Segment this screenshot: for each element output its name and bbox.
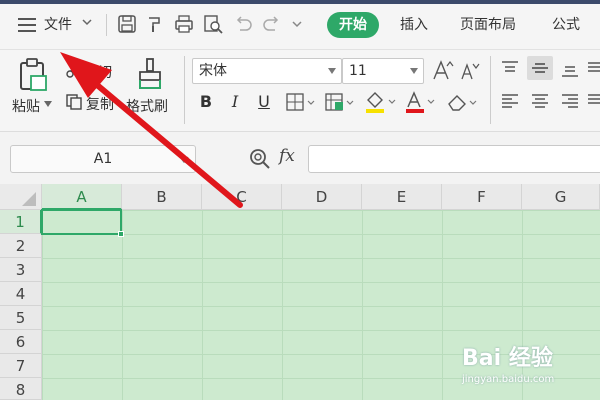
column-header-d[interactable]: D (282, 184, 362, 210)
tab-insert[interactable]: 插入 (400, 12, 428, 38)
align-middle-icon (532, 63, 548, 73)
print-icon[interactable] (174, 14, 194, 34)
tab-formulas[interactable]: 公式 (552, 12, 580, 38)
column-header-b[interactable]: B (122, 184, 202, 210)
align-left-icon[interactable] (500, 92, 520, 110)
row-header-2[interactable]: 2 (0, 234, 42, 258)
chevron-down-icon (410, 68, 418, 74)
select-all-corner[interactable] (0, 184, 42, 210)
font-color-icon[interactable] (404, 90, 438, 114)
chevron-down-icon (328, 68, 336, 74)
corner-triangle-icon (22, 192, 36, 206)
paste-icon[interactable] (18, 58, 48, 92)
cut-button[interactable]: 剪切 (84, 62, 112, 82)
copy-icon[interactable] (66, 94, 82, 110)
row-header-8[interactable]: 8 (0, 378, 42, 400)
chevron-down-icon[interactable] (44, 101, 52, 107)
font-name-select[interactable]: 宋体 (192, 58, 342, 84)
borders-icon[interactable] (286, 92, 316, 112)
column-header-g[interactable]: G (522, 184, 600, 210)
chevron-down-icon[interactable] (179, 156, 189, 164)
redo-icon[interactable] (262, 14, 282, 34)
row-header-4[interactable]: 4 (0, 282, 42, 306)
column-header-c[interactable]: C (202, 184, 282, 210)
scissors-icon[interactable] (66, 62, 82, 78)
row-header-6[interactable]: 6 (0, 330, 42, 354)
align-middle-button[interactable] (527, 56, 553, 80)
eraser-icon[interactable] (446, 92, 480, 112)
fill-handle[interactable] (118, 231, 124, 237)
column-header-e[interactable]: E (362, 184, 442, 210)
baidu-jingyan-watermark: Bai 经验 jingyan.baidu.com (462, 340, 592, 390)
file-menu-button[interactable]: 文件 (44, 12, 72, 38)
chevron-down-icon[interactable] (82, 17, 92, 27)
paint-brush-icon[interactable] (136, 58, 164, 90)
name-box[interactable]: A1 (10, 145, 196, 173)
save-icon[interactable] (117, 14, 137, 34)
more-icon[interactable] (290, 14, 304, 34)
font-size-select[interactable]: 11 (342, 58, 424, 84)
zoom-search-icon[interactable] (248, 147, 272, 171)
name-box-value: A1 (93, 151, 113, 167)
italic-button[interactable]: I (225, 90, 245, 114)
align-bottom-icon[interactable] (560, 60, 580, 78)
bold-button[interactable]: B (196, 90, 216, 114)
watermark-logo: Bai 经验 (462, 346, 553, 371)
formula-input[interactable] (308, 145, 600, 173)
window-top-strip (0, 0, 600, 4)
menu-bar: 文件 开始 插入 页面布局 公式 (0, 0, 600, 50)
watermark-url: jingyan.baidu.com (462, 374, 555, 385)
tab-page-layout[interactable]: 页面布局 (460, 12, 516, 38)
divider (490, 56, 491, 124)
insert-function-button[interactable]: fx (279, 146, 295, 166)
row-header-5[interactable]: 5 (0, 306, 42, 330)
align-center-icon[interactable] (530, 92, 550, 110)
column-header-f[interactable]: F (442, 184, 522, 210)
increase-font-icon[interactable] (432, 59, 454, 81)
column-header-a[interactable]: A (42, 184, 122, 210)
divider (106, 14, 107, 36)
fill-table-icon[interactable] (325, 92, 355, 112)
format-painter-button[interactable]: 格式刷 (126, 96, 168, 116)
row-header-3[interactable]: 3 (0, 258, 42, 282)
tab-home[interactable]: 开始 (327, 12, 379, 38)
row-header-1[interactable]: 1 (0, 210, 42, 234)
paste-button[interactable]: 粘贴 (12, 96, 40, 116)
align-right-icon[interactable] (560, 92, 580, 110)
undo-icon[interactable] (233, 14, 253, 34)
row-header-7[interactable]: 7 (0, 354, 42, 378)
print-preview-icon[interactable] (203, 14, 223, 34)
font-name-value: 宋体 (199, 63, 227, 79)
active-cell-a1[interactable] (41, 209, 124, 237)
underline-button[interactable]: U (254, 90, 274, 114)
fill-color-icon[interactable] (364, 90, 398, 114)
decrease-font-icon[interactable] (460, 61, 480, 81)
ribbon: 粘贴 剪切 复制 格式刷 宋体 11 B I U (0, 50, 600, 132)
copy-button[interactable]: 复制 (86, 94, 114, 114)
hamburger-menu-icon[interactable] (18, 18, 36, 32)
align-justify-icon (588, 62, 600, 104)
align-more[interactable] (588, 60, 600, 110)
formula-bar: A1 fx (0, 132, 600, 182)
align-top-icon[interactable] (500, 60, 520, 78)
format-painter-icon[interactable] (145, 14, 165, 34)
divider (184, 56, 185, 124)
font-size-value: 11 (349, 63, 367, 79)
